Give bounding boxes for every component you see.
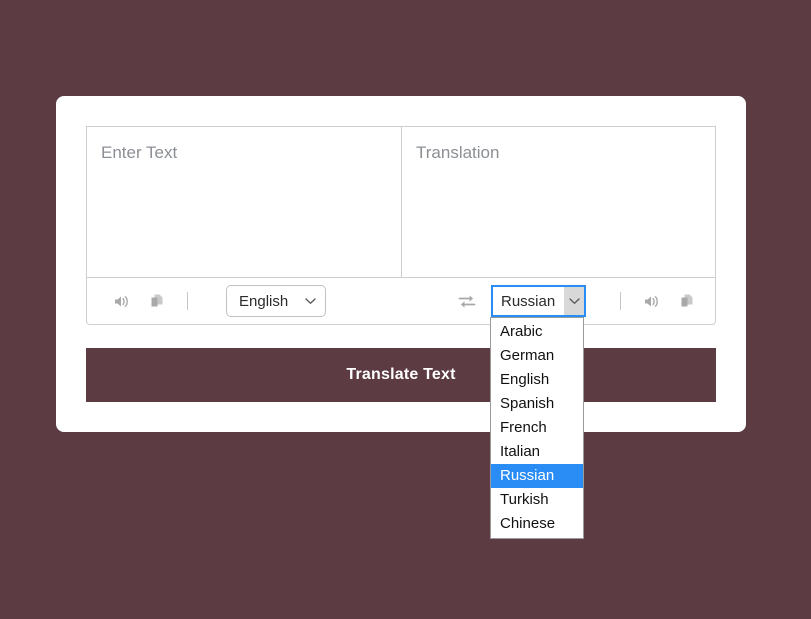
dropdown-option[interactable]: German xyxy=(491,344,583,368)
target-divider xyxy=(620,292,621,310)
dropdown-option[interactable]: English xyxy=(491,368,583,392)
dropdown-option[interactable]: Arabic xyxy=(491,320,583,344)
target-language-select[interactable]: Russian xyxy=(491,285,586,317)
source-speaker-icon[interactable] xyxy=(107,287,135,315)
dropdown-option[interactable]: Italian xyxy=(491,440,583,464)
target-speaker-icon[interactable] xyxy=(637,287,665,315)
chevron-down-icon xyxy=(564,287,584,315)
source-text-input[interactable] xyxy=(86,126,401,278)
translator-card: ArabicGermanEnglishSpanishFrenchItalianR… xyxy=(56,96,746,432)
dropdown-option[interactable]: Russian xyxy=(491,464,583,488)
text-panes xyxy=(86,126,716,278)
target-controls xyxy=(608,287,715,315)
source-divider xyxy=(187,292,188,310)
dropdown-option[interactable]: Turkish xyxy=(491,488,583,512)
translate-button[interactable]: Translate Text xyxy=(86,348,716,402)
source-copy-icon[interactable] xyxy=(143,287,171,315)
dropdown-option[interactable]: Chinese xyxy=(491,512,583,536)
language-toolbar: ArabicGermanEnglishSpanishFrenchItalianR… xyxy=(86,278,716,325)
source-language-select[interactable]: ArabicGermanEnglishSpanishFrenchItalianR… xyxy=(226,285,326,317)
translation-output[interactable] xyxy=(401,126,716,278)
source-controls: ArabicGermanEnglishSpanishFrenchItalianR… xyxy=(87,285,326,317)
swap-arrows-icon[interactable] xyxy=(453,287,481,315)
target-language-dropdown[interactable]: Arabic German English Spanish French Italian R… xyxy=(490,317,584,539)
target-language-value: Russian xyxy=(501,292,556,310)
dropdown-option[interactable]: Spanish xyxy=(491,392,583,416)
source-language-select-wrapper: ArabicGermanEnglishSpanishFrenchItalianR… xyxy=(226,285,326,317)
target-copy-icon[interactable] xyxy=(673,287,701,315)
dropdown-option[interactable]: French xyxy=(491,416,583,440)
